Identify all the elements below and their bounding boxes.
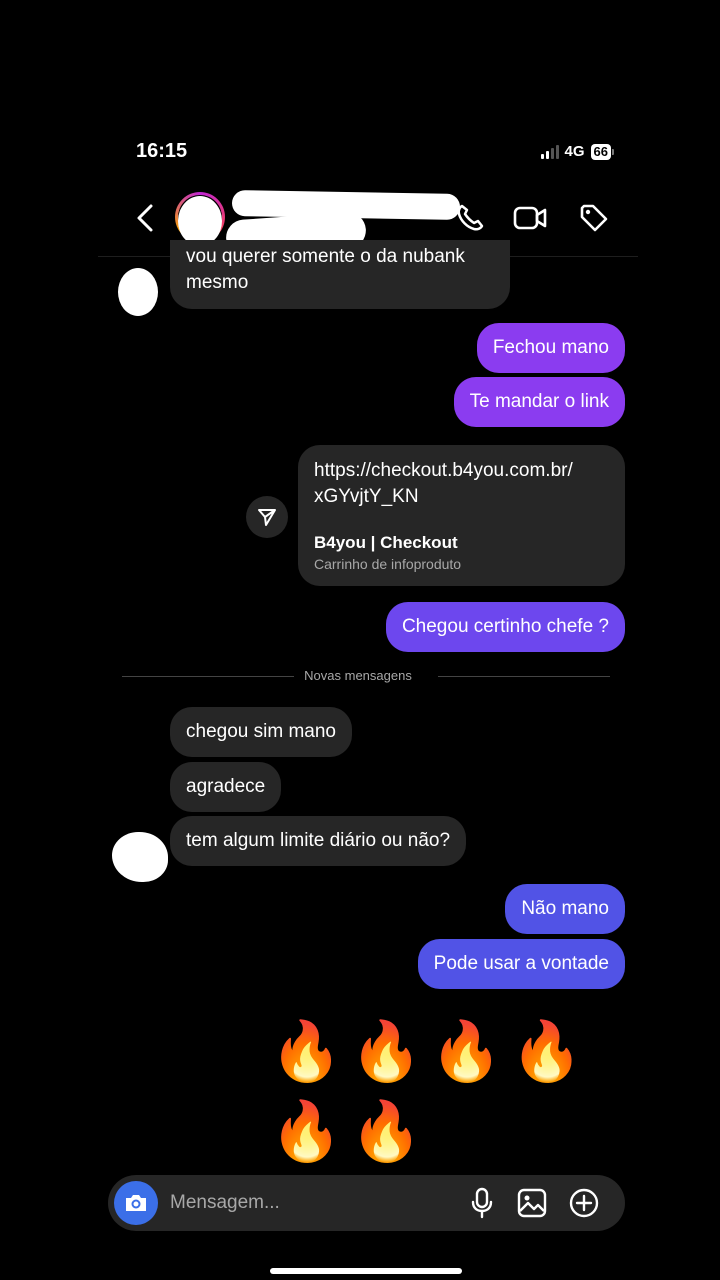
outgoing-message[interactable]: Te mandar o link bbox=[453, 377, 625, 427]
link-title: B4you | Checkout bbox=[314, 533, 458, 552]
image-icon bbox=[517, 1188, 547, 1218]
chevron-left-icon bbox=[137, 204, 153, 232]
plus-circle-icon bbox=[569, 1188, 599, 1218]
tag-icon bbox=[580, 204, 608, 232]
outgoing-message[interactable]: Não mano bbox=[505, 884, 625, 934]
network-label: 4G bbox=[564, 143, 585, 160]
divider-line-left bbox=[122, 676, 294, 677]
phone-icon bbox=[457, 204, 484, 231]
video-camera-icon bbox=[513, 206, 547, 230]
signal-icon bbox=[540, 144, 559, 159]
add-button[interactable] bbox=[564, 1183, 604, 1223]
new-messages-divider: Novas mensagens bbox=[304, 668, 412, 683]
tag-button[interactable] bbox=[574, 198, 614, 238]
status-time: 16:15 bbox=[136, 140, 188, 162]
emoji-message[interactable]: 🔥🔥🔥🔥🔥🔥 bbox=[270, 1012, 630, 1172]
microphone-icon bbox=[471, 1187, 493, 1219]
microphone-button[interactable] bbox=[462, 1183, 502, 1223]
incoming-message[interactable]: vou querer somente o da nubank mesmo bbox=[170, 240, 510, 309]
battery-level: 66 bbox=[590, 143, 611, 160]
send-icon bbox=[258, 509, 276, 526]
link-subtitle: Carrinho de infoproduto bbox=[314, 556, 462, 572]
camera-icon bbox=[126, 1195, 146, 1211]
home-indicator bbox=[270, 1268, 462, 1274]
battery-icon: 66 bbox=[590, 143, 614, 160]
gallery-button[interactable] bbox=[512, 1183, 552, 1223]
incoming-message[interactable]: chegou sim mano bbox=[170, 707, 352, 757]
outgoing-message[interactable]: Fechou mano bbox=[476, 323, 625, 373]
back-button[interactable] bbox=[132, 200, 158, 236]
incoming-message[interactable]: agradece bbox=[170, 762, 282, 812]
video-call-button[interactable] bbox=[510, 198, 550, 238]
status-indicators: 4G 66 bbox=[540, 143, 614, 160]
outgoing-message[interactable]: Pode usar a vontade bbox=[417, 939, 625, 989]
outgoing-message[interactable]: Chegou certinho chefe ? bbox=[385, 602, 625, 652]
sender-avatar-redaction bbox=[118, 268, 158, 316]
incoming-message[interactable]: tem algum limite diário ou não? bbox=[170, 816, 467, 866]
share-button[interactable] bbox=[246, 496, 288, 538]
message-input[interactable] bbox=[170, 1188, 450, 1218]
camera-button[interactable] bbox=[114, 1181, 158, 1225]
link-url[interactable]: https://checkout.b4you.com.br/ xGYvjtY_K… bbox=[314, 458, 573, 510]
divider-line-right bbox=[438, 676, 610, 677]
sender-avatar-redaction bbox=[112, 832, 168, 882]
avatar-redaction bbox=[178, 196, 222, 246]
audio-call-button[interactable] bbox=[450, 198, 490, 238]
